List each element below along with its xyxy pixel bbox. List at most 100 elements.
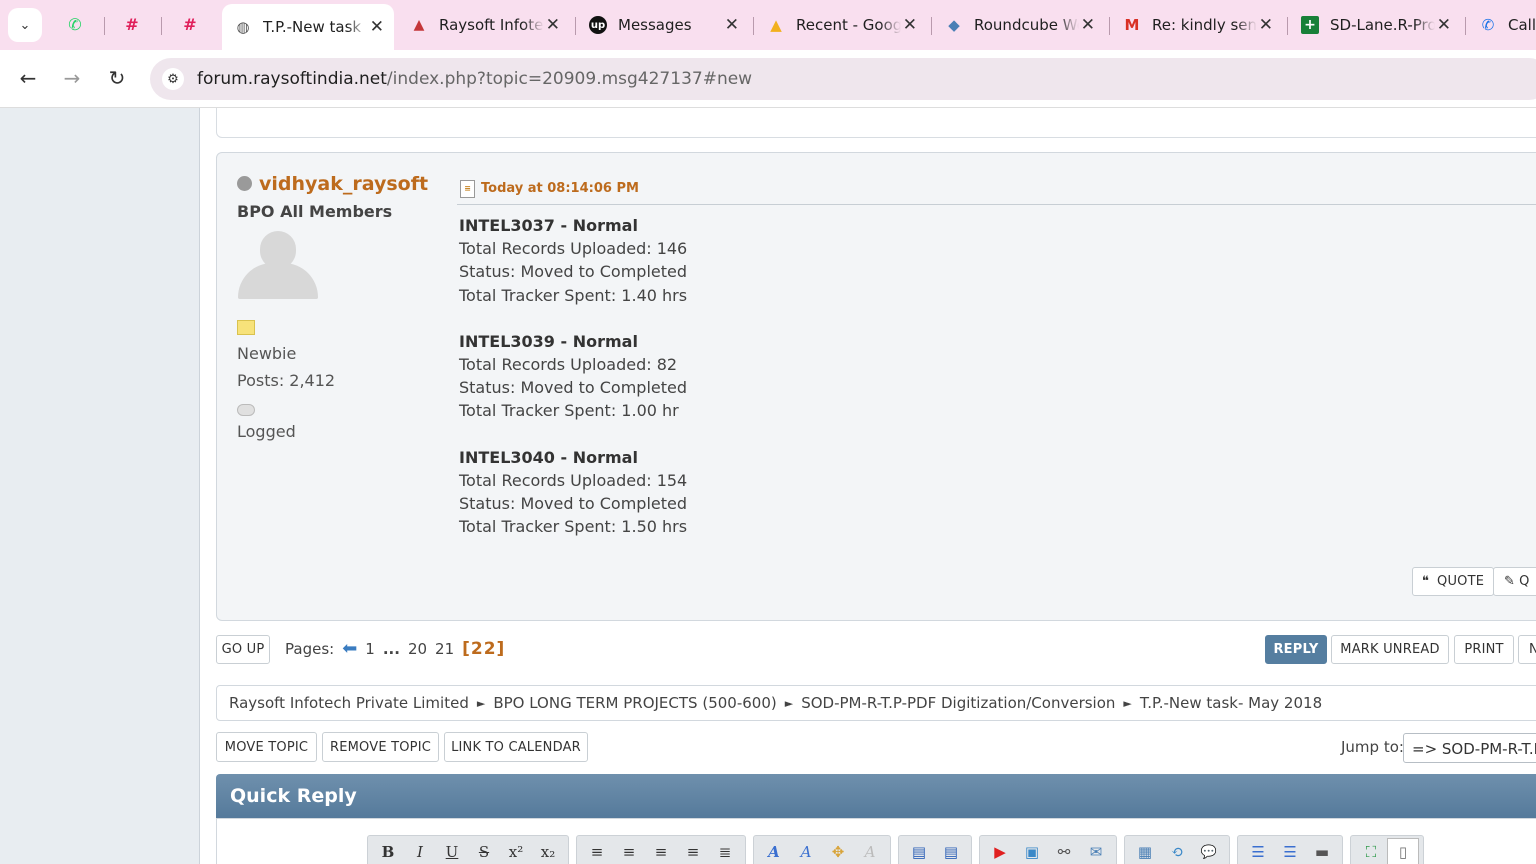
link-icon[interactable]: ⚯	[1048, 838, 1080, 864]
page-link[interactable]: 1	[365, 640, 375, 658]
task-entry: INTEL3037 - Normal Total Records Uploade…	[459, 214, 1536, 307]
post-message: INTEL3037 - Normal Total Records Uploade…	[457, 214, 1536, 539]
link-to-calendar-button[interactable]: LINK TO CALENDAR	[444, 732, 588, 762]
previous-post-footer	[216, 108, 1536, 138]
personal-message-icon[interactable]	[237, 404, 255, 416]
poster-rank: Newbie	[237, 344, 297, 363]
email-icon[interactable]: ✉	[1080, 838, 1112, 864]
font-icon[interactable]: A	[758, 838, 790, 864]
superscript-icon[interactable]: x²	[500, 838, 532, 864]
offline-status-icon	[237, 176, 252, 191]
subscript-icon[interactable]: x₂	[532, 838, 564, 864]
tab-label: Recent - Google	[796, 16, 901, 34]
source-icon[interactable]: ▯	[1387, 838, 1419, 864]
breadcrumb-item[interactable]: Raysoft Infotech Private Limited	[229, 694, 469, 712]
toolbar-group-format: B I U S x² x₂	[367, 835, 569, 864]
edit-icon: ✎	[1504, 574, 1516, 589]
logged-label: Logged	[237, 422, 296, 441]
close-icon[interactable]: ✕	[370, 17, 384, 37]
previous-page-icon[interactable]: ⬅	[342, 638, 357, 659]
color-icon[interactable]: ✥	[822, 838, 854, 864]
code-icon[interactable]: ⟲	[1161, 838, 1193, 864]
reload-icon: ↻	[108, 66, 126, 90]
page-ellipsis[interactable]: ...	[383, 640, 400, 658]
justify-icon[interactable]: ≣	[709, 838, 741, 864]
notify-button[interactable]: N	[1518, 635, 1536, 664]
tab-active[interactable]: ◍ T.P.-New task ✕	[222, 4, 394, 50]
close-icon[interactable]: ✕	[546, 15, 560, 35]
youtube-icon[interactable]: ▶	[984, 838, 1016, 864]
tab-messages[interactable]: up Messages ✕	[577, 0, 749, 50]
close-icon[interactable]: ✕	[725, 15, 739, 35]
remove-format-icon[interactable]: A	[854, 838, 886, 864]
reload-button[interactable]: ↻	[99, 60, 135, 96]
page-link[interactable]: 20	[408, 640, 427, 658]
tab-google-drive[interactable]: ▲ Recent - Google ✕	[755, 0, 927, 50]
avatar	[237, 231, 319, 301]
bullet-list-icon[interactable]: ☰	[1242, 838, 1274, 864]
forward-button[interactable]: →	[54, 60, 90, 96]
bold-icon[interactable]: B	[372, 838, 404, 864]
breadcrumb-item[interactable]: T.P.-New task- May 2018	[1140, 694, 1322, 712]
pinned-tab-slack[interactable]: #	[120, 12, 144, 36]
move-topic-button[interactable]: MOVE TOPIC	[216, 732, 317, 762]
pinned-tab-whatsapp[interactable]: ✆	[63, 12, 87, 36]
reply-button[interactable]: REPLY	[1265, 635, 1327, 664]
maximize-icon[interactable]: ⛶	[1355, 838, 1387, 864]
google-drive-icon: ▲	[770, 16, 782, 34]
back-button[interactable]: ←	[10, 60, 46, 96]
breadcrumb-item[interactable]: BPO LONG TERM PROJECTS (500-600)	[493, 694, 776, 712]
jump-to-select[interactable]: => SOD-PM-R-T.P-PDF Digitization/Convers…	[1403, 733, 1536, 763]
strikethrough-icon[interactable]: S	[468, 838, 500, 864]
breadcrumb-item[interactable]: SOD-PM-R-T.P-PDF Digitization/Conversion	[801, 694, 1115, 712]
mark-unread-button[interactable]: MARK UNREAD	[1331, 635, 1449, 664]
toolbar-group-lists: ☰ ☰ ▬	[1237, 835, 1343, 864]
align-center-icon[interactable]: ≡	[613, 838, 645, 864]
tab-roundcube[interactable]: ◆ Roundcube Web ✕	[933, 0, 1105, 50]
close-icon[interactable]: ✕	[1081, 15, 1095, 35]
float-left-icon[interactable]: ▤	[903, 838, 935, 864]
tab-raysoft[interactable]: ▲ Raysoft Infotech ✕	[398, 0, 570, 50]
close-icon[interactable]: ✕	[903, 15, 917, 35]
slack-icon: #	[125, 14, 139, 34]
url-bar[interactable]: ⚙ forum.raysoftindia.net/index.php?topic…	[150, 58, 1536, 100]
print-button[interactable]: PRINT	[1454, 635, 1514, 664]
align-center-2-icon[interactable]: ≡	[645, 838, 677, 864]
task-line: Total Tracker Spent: 1.50 hrs	[459, 517, 688, 537]
chevron-down-icon: ⌄	[19, 17, 31, 33]
tab-label: Roundcube Web	[974, 16, 1079, 34]
font-size-icon[interactable]: A	[790, 838, 822, 864]
quote-button[interactable]: ❝ QUOTE	[1412, 567, 1494, 596]
float-right-icon[interactable]: ▤	[935, 838, 967, 864]
hr-icon[interactable]: ▬	[1306, 838, 1338, 864]
table-icon[interactable]: ▦	[1129, 838, 1161, 864]
toolbar-group-view: ⛶ ▯	[1350, 835, 1424, 864]
image-icon[interactable]: ▣	[1016, 838, 1048, 864]
site-info-icon[interactable]: ⚙	[162, 68, 184, 90]
tab-sheets[interactable]: + SD-Lane.R-Proj ✕	[1289, 0, 1461, 50]
numbered-list-icon[interactable]: ☰	[1274, 838, 1306, 864]
close-icon[interactable]: ✕	[1437, 15, 1451, 35]
tab-gmail[interactable]: M Re: kindly send ✕	[1111, 0, 1283, 50]
rank-star-icon	[237, 320, 255, 335]
pinned-tab-slack-2[interactable]: #	[178, 12, 202, 36]
align-right-icon[interactable]: ≡	[677, 838, 709, 864]
quick-edit-button[interactable]: ✎ Q	[1493, 567, 1536, 596]
tab-call[interactable]: ✆ Call	[1467, 0, 1536, 50]
poster-username[interactable]: vidhyak_raysoft	[259, 173, 428, 195]
task-line: Total Tracker Spent: 1.00 hr	[459, 401, 679, 421]
tab-label: Call	[1508, 16, 1536, 34]
jump-to-label: Jump to:	[1341, 738, 1404, 756]
align-left-icon[interactable]: ≡	[581, 838, 613, 864]
close-icon[interactable]: ✕	[1259, 15, 1273, 35]
quote-icon[interactable]: 💬	[1193, 838, 1225, 864]
remove-topic-button[interactable]: REMOVE TOPIC	[322, 732, 439, 762]
post-timestamp[interactable]: Today at 08:14:06 PM	[481, 181, 639, 196]
page-link[interactable]: 21	[435, 640, 454, 658]
tab-label: Messages	[618, 16, 692, 34]
go-up-button[interactable]: GO UP	[216, 635, 270, 664]
quick-reply-header[interactable]: Quick Reply	[216, 774, 1536, 818]
tab-search-button[interactable]: ⌄	[8, 8, 42, 42]
underline-icon[interactable]: U	[436, 838, 468, 864]
italic-icon[interactable]: I	[404, 838, 436, 864]
